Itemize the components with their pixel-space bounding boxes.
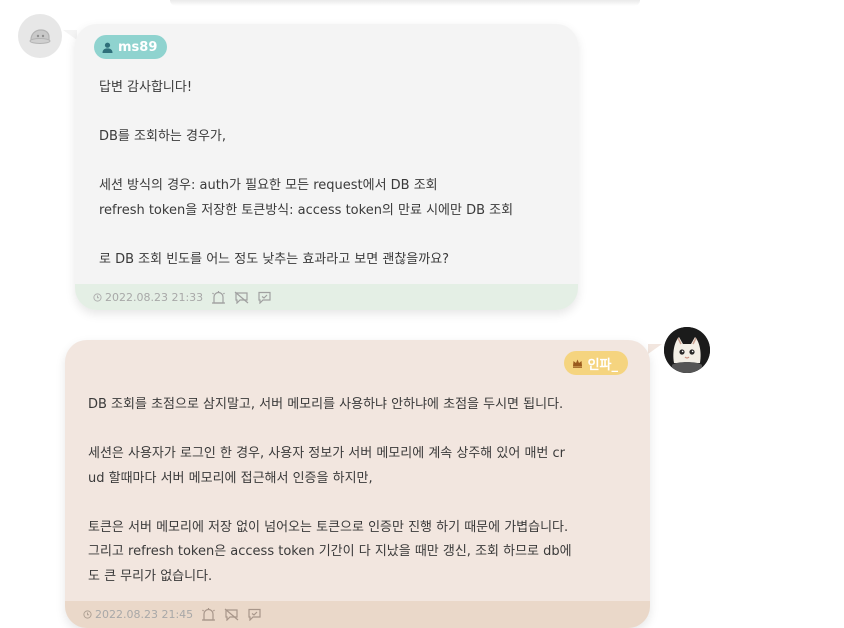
previous-content-edge (170, 0, 640, 6)
comment-icon[interactable] (247, 608, 262, 621)
bubble-tail (648, 344, 662, 354)
message-text: DB 조회를 초점으로 삼지말고, 서버 메모리를 사용하냐 안하냐에 초점을 … (88, 393, 633, 589)
timestamp: 2022.08.23 21:45 (95, 608, 194, 621)
alarm-icon[interactable] (211, 290, 226, 304)
person-icon (102, 42, 113, 53)
avatar-ms89[interactable] (18, 14, 62, 58)
timestamp: 2022.08.23 21:33 (105, 290, 204, 304)
avatar-inpa[interactable] (664, 327, 710, 373)
author-name: ms89 (118, 39, 158, 55)
message-line: ud 할때마다 서버 메모리에 접근해서 인증을 하지만, (88, 470, 373, 486)
message-line: 세션은 사용자가 로그인 한 경우, 사용자 정보가 서버 메모리에 계속 상주… (88, 446, 565, 461)
message-footer: 2022.08.23 21:33 (75, 284, 578, 310)
message-text: 답변 감사합니다! DB를 조회하는 경우가, 세션 방식의 경우: auth가… (99, 76, 569, 272)
alarm-icon[interactable] (201, 608, 216, 621)
message-line: 도 큰 무리가 없습니다. (88, 568, 213, 584)
comment-icon[interactable] (257, 291, 272, 304)
message-line: 그리고 refresh token은 access token 기간이 다 지났… (88, 544, 572, 559)
message-line: 토큰은 서버 메모리에 저장 없이 넘어오는 토큰으로 인증만 진행 하기 때문… (88, 519, 569, 535)
message-line (99, 150, 569, 175)
crown-icon (572, 358, 583, 368)
message-line: DB 조회를 초점으로 삼지말고, 서버 메모리를 사용하냐 안하냐에 초점을 … (88, 397, 564, 412)
message-footer: 2022.08.23 21:45 (65, 601, 650, 628)
message-line (99, 223, 569, 248)
message-line (88, 491, 633, 516)
block-icon[interactable] (224, 608, 239, 621)
message-line: 세션 방식의 경우: auth가 필요한 모든 request에서 DB 조회 (99, 178, 438, 193)
clock-icon (83, 610, 92, 619)
message-bubble: 인파_ DB 조회를 초점으로 삼지말고, 서버 메모리를 사용하냐 안하냐에 … (65, 340, 650, 628)
message-line (88, 418, 633, 443)
message-line: DB를 조회하는 경우가, (99, 129, 227, 144)
message-line (99, 101, 569, 126)
message-line: refresh token을 저장한 토큰방식: access token의 만… (99, 202, 514, 218)
message-bubble: ms89 답변 감사합니다! DB를 조회하는 경우가, 세션 방식의 경우: … (75, 24, 578, 310)
clock-icon (93, 292, 102, 302)
author-name: 인파_ (587, 357, 618, 373)
author-badge[interactable]: ms89 (94, 35, 168, 59)
message-line: 답변 감사합니다! (99, 80, 193, 95)
cat-avatar-icon (664, 327, 710, 373)
author-badge[interactable]: 인파_ (563, 351, 628, 375)
message-line: 로 DB 조회 빈도를 어느 정도 낮추는 효과라고 보면 괜찮을까요? (99, 251, 450, 267)
block-icon[interactable] (234, 291, 249, 304)
default-avatar-icon (29, 29, 51, 44)
bubble-tail (63, 30, 77, 40)
